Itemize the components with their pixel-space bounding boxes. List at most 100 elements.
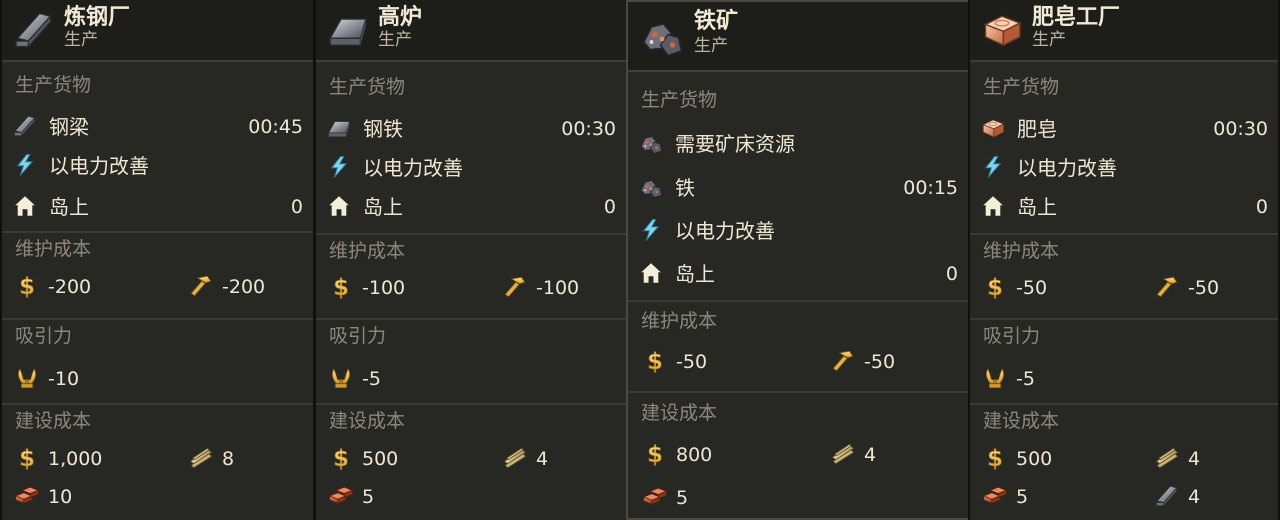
electricity-label: 以电力改善	[675, 219, 775, 243]
island-count: 0	[1255, 196, 1268, 218]
section-title-construction: 建设成本	[329, 410, 406, 432]
section-title-production: 生产货物	[15, 74, 92, 96]
hammer-icon	[830, 348, 856, 374]
steel-beam-icon	[12, 8, 56, 52]
divider	[316, 318, 626, 320]
steel-ingot-icon	[326, 115, 352, 141]
hammer-icon	[188, 273, 214, 299]
building-category: 生产	[64, 30, 98, 50]
section-title-production: 生产货物	[641, 89, 718, 111]
section-title-construction: 建设成本	[641, 402, 718, 424]
island-row: 岛上 0	[12, 192, 303, 222]
divider	[2, 318, 313, 320]
section-title-maintenance: 维护成本	[15, 238, 92, 260]
production-time: 00:30	[1213, 118, 1268, 140]
lyre-icon	[328, 365, 354, 391]
electricity-row: 以电力改善	[638, 216, 958, 246]
requirement-row: 需要矿床资源	[638, 129, 958, 159]
brick-icon	[982, 483, 1008, 509]
building-card-soap-factory: 肥皂工厂 生产 生产货物 肥皂 00:30 以电力改善 岛上 0 维护成本 -5…	[968, 0, 1280, 520]
timber-icon	[830, 441, 856, 467]
house-icon	[638, 260, 664, 286]
building-card-iron-mine[interactable]: 铁矿 生产 生产货物 需要矿床资源 铁 00:15 以电力改善 岛上 0 维护成…	[626, 0, 970, 520]
section-title-maintenance: 维护成本	[983, 240, 1060, 262]
section-title-construction: 建设成本	[15, 410, 92, 432]
product-name: 钢铁	[363, 117, 403, 141]
lightning-icon	[12, 152, 38, 178]
building-title: 高炉	[378, 5, 423, 30]
product-row: 钢铁 00:30	[326, 114, 616, 144]
electricity-label: 以电力改善	[49, 154, 149, 178]
coin-icon	[982, 445, 1008, 471]
coin-icon	[642, 348, 668, 374]
coin-icon	[14, 445, 40, 471]
lightning-icon	[326, 154, 352, 180]
steel-beam-icon	[1154, 483, 1180, 509]
lyre-icon	[982, 365, 1008, 391]
card-header: 肥皂工厂 生产	[970, 0, 1278, 62]
coin-icon	[328, 274, 354, 300]
divider	[2, 403, 313, 405]
island-label: 岛上	[49, 195, 89, 219]
product-row: 铁 00:15	[638, 173, 958, 203]
electricity-row: 以电力改善	[326, 153, 616, 183]
section-title-maintenance: 维护成本	[641, 310, 718, 332]
timber-icon	[1154, 445, 1180, 471]
electricity-label: 以电力改善	[363, 156, 463, 180]
product-name: 肥皂	[1017, 117, 1057, 141]
house-icon	[326, 193, 352, 219]
house-icon	[980, 193, 1006, 219]
building-title: 肥皂工厂	[1032, 5, 1121, 30]
steel-ingot-icon	[326, 8, 370, 52]
building-category: 生产	[694, 36, 728, 56]
divider	[970, 318, 1278, 320]
building-category: 生产	[1032, 30, 1066, 50]
soap-icon	[980, 8, 1024, 52]
production-time: 00:45	[248, 116, 303, 138]
section-title-construction: 建设成本	[983, 410, 1060, 432]
building-category: 生产	[378, 30, 412, 50]
card-header: 铁矿 生产	[628, 2, 968, 72]
island-label: 岛上	[675, 262, 715, 286]
coin-icon	[642, 441, 668, 467]
soap-icon	[980, 115, 1006, 141]
section-title-attractiveness: 吸引力	[329, 325, 387, 347]
island-row: 岛上 0	[980, 192, 1268, 222]
section-title-attractiveness: 吸引力	[15, 325, 73, 347]
building-title: 铁矿	[694, 9, 739, 34]
divider	[628, 391, 968, 393]
divider	[628, 300, 968, 302]
divider	[970, 233, 1278, 235]
island-row: 岛上 0	[638, 259, 958, 289]
product-name: 铁	[675, 176, 695, 200]
electricity-row: 以电力改善	[980, 153, 1268, 183]
coin-icon	[328, 445, 354, 471]
steel-beam-icon	[12, 113, 38, 139]
section-title-attractiveness: 吸引力	[983, 325, 1041, 347]
card-header: 高炉 生产	[316, 0, 626, 62]
hammer-icon	[1154, 274, 1180, 300]
island-count: 0	[603, 196, 616, 218]
timber-icon	[188, 445, 214, 471]
brick-icon	[14, 483, 40, 509]
section-title-maintenance: 维护成本	[329, 240, 406, 262]
iron-ore-icon	[638, 12, 686, 60]
product-row: 肥皂 00:30	[980, 114, 1268, 144]
divider	[2, 231, 313, 233]
iron-ore-icon	[638, 174, 664, 200]
island-count: 0	[290, 196, 303, 218]
brick-icon	[328, 483, 354, 509]
divider	[316, 403, 626, 405]
house-icon	[12, 193, 38, 219]
requirement-label: 需要矿床资源	[675, 132, 795, 156]
production-time: 00:15	[903, 177, 958, 199]
divider	[970, 403, 1278, 405]
section-title-production: 生产货物	[983, 76, 1060, 98]
island-count: 0	[945, 263, 958, 285]
coin-icon	[14, 273, 40, 299]
iron-ore-icon	[638, 130, 664, 156]
island-row: 岛上 0	[326, 192, 616, 222]
hammer-icon	[502, 274, 528, 300]
island-label: 岛上	[1017, 195, 1057, 219]
card-header: 炼钢厂 生产	[2, 0, 313, 62]
